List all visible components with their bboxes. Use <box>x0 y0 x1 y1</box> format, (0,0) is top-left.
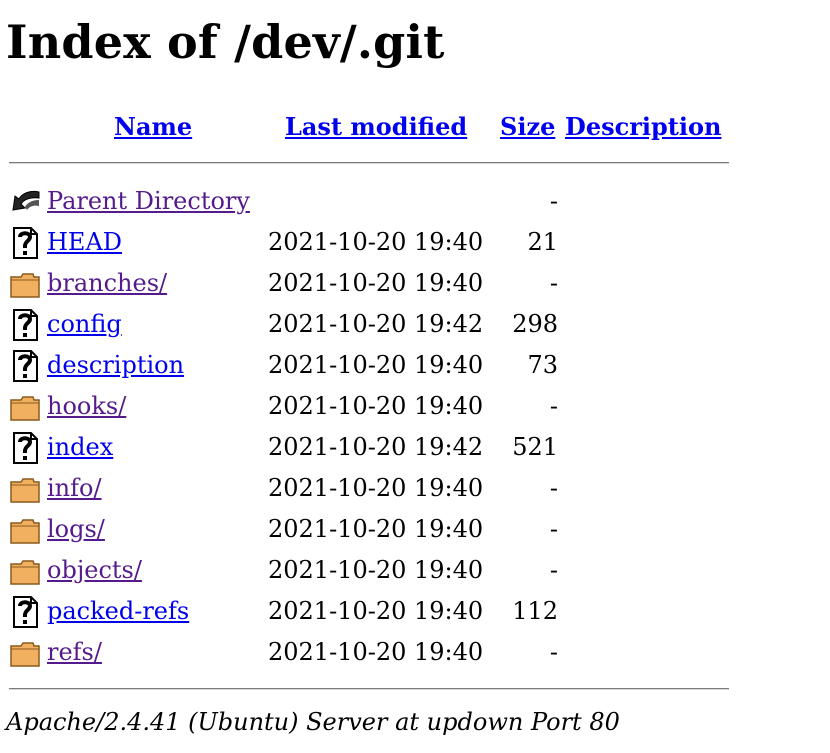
entry-last-modified: 2021-10-20 19:40 <box>268 269 484 297</box>
table-row: description 2021-10-20 19:40 73 <box>0 345 830 386</box>
folder-icon <box>9 555 41 587</box>
directory-listing: Parent Directory - HEAD 2021-10-20 19:40 21 b… <box>0 181 830 673</box>
entry-size: - <box>549 187 558 215</box>
sort-by-description-link[interactable]: Description <box>565 112 721 141</box>
entry-size: 21 <box>527 228 558 256</box>
entry-link[interactable]: objects/ <box>47 556 142 584</box>
entry-name: HEAD <box>47 222 122 263</box>
entry-name: packed-refs <box>47 591 189 632</box>
entry-size: - <box>549 269 558 297</box>
table-row: logs/2021-10-20 19:40 - <box>0 509 830 550</box>
entry-link[interactable]: info/ <box>47 474 102 502</box>
entry-size: - <box>549 392 558 420</box>
entry-name: branches/ <box>47 263 167 304</box>
folder-icon <box>9 391 41 423</box>
entry-last-modified: 2021-10-20 19:40 <box>268 228 484 256</box>
folder-icon <box>9 268 41 300</box>
table-row: index 2021-10-20 19:42 521 <box>0 427 830 468</box>
header-divider <box>9 162 729 164</box>
entry-link[interactable]: HEAD <box>47 228 122 256</box>
entry-name: description <box>47 345 184 386</box>
entry-link[interactable]: description <box>47 351 184 379</box>
entry-link[interactable]: logs/ <box>47 515 105 543</box>
folder-icon <box>9 473 41 505</box>
entry-size: 73 <box>527 351 558 379</box>
entry-name: index <box>47 427 113 468</box>
entry-name: logs/ <box>47 509 105 550</box>
sort-by-name-link[interactable]: Name <box>114 112 192 141</box>
table-row: hooks/2021-10-20 19:40 - <box>0 386 830 427</box>
entry-name: hooks/ <box>47 386 126 427</box>
unknown-file-icon <box>9 309 41 341</box>
entry-size: - <box>549 556 558 584</box>
column-header-name[interactable]: Name <box>114 110 192 144</box>
entry-last-modified: 2021-10-20 19:40 <box>268 556 484 584</box>
column-header-description[interactable]: Description <box>565 110 721 144</box>
entry-last-modified: 2021-10-20 19:40 <box>268 392 484 420</box>
entry-last-modified: 2021-10-20 19:40 <box>268 474 484 502</box>
entry-last-modified: 2021-10-20 19:40 <box>268 351 484 379</box>
entry-name: Parent Directory <box>47 181 250 222</box>
entry-last-modified: 2021-10-20 19:40 <box>268 597 484 625</box>
table-row: Parent Directory - <box>0 181 830 222</box>
unknown-file-icon <box>9 227 41 259</box>
column-header-last-modified[interactable]: Last modified <box>285 110 467 144</box>
entry-link[interactable]: config <box>47 310 122 338</box>
entry-link[interactable]: hooks/ <box>47 392 126 420</box>
entry-size: 521 <box>512 433 558 461</box>
table-row: branches/2021-10-20 19:40 - <box>0 263 830 304</box>
table-row: objects/2021-10-20 19:40 - <box>0 550 830 591</box>
back-icon <box>9 186 41 218</box>
entry-size: 112 <box>512 597 558 625</box>
sort-by-size-link[interactable]: Size <box>500 112 555 141</box>
table-row: packed-refs 2021-10-20 19:40 112 <box>0 591 830 632</box>
entry-name: refs/ <box>47 632 102 673</box>
entry-name: config <box>47 304 122 345</box>
page-title: Index of /dev/.git <box>6 15 445 69</box>
table-row: config 2021-10-20 19:42 298 <box>0 304 830 345</box>
entry-last-modified: 2021-10-20 19:42 <box>268 310 484 338</box>
entry-link[interactable]: branches/ <box>47 269 167 297</box>
entry-link[interactable]: Parent Directory <box>47 187 250 215</box>
table-row: refs/2021-10-20 19:40 - <box>0 632 830 673</box>
entry-last-modified: 2021-10-20 19:42 <box>268 433 484 461</box>
entry-name: info/ <box>47 468 102 509</box>
entry-link[interactable]: packed-refs <box>47 597 189 625</box>
entry-last-modified: 2021-10-20 19:40 <box>268 638 484 666</box>
table-row: HEAD 2021-10-20 19:40 21 <box>0 222 830 263</box>
unknown-file-icon <box>9 350 41 382</box>
folder-icon <box>9 637 41 669</box>
unknown-file-icon <box>9 596 41 628</box>
entry-size: - <box>549 638 558 666</box>
entry-size: - <box>549 474 558 502</box>
entry-size: 298 <box>512 310 558 338</box>
unknown-file-icon <box>9 432 41 464</box>
server-signature: Apache/2.4.41 (Ubuntu) Server at updown … <box>6 708 620 736</box>
table-row: info/2021-10-20 19:40 - <box>0 468 830 509</box>
entry-name: objects/ <box>47 550 142 591</box>
entry-link[interactable]: index <box>47 433 113 461</box>
column-header-size[interactable]: Size <box>500 110 555 144</box>
sort-by-last-modified-link[interactable]: Last modified <box>285 112 467 141</box>
footer-divider <box>9 688 729 690</box>
folder-icon <box>9 514 41 546</box>
entry-last-modified: 2021-10-20 19:40 <box>268 515 484 543</box>
entry-size: - <box>549 515 558 543</box>
entry-link[interactable]: refs/ <box>47 638 102 666</box>
